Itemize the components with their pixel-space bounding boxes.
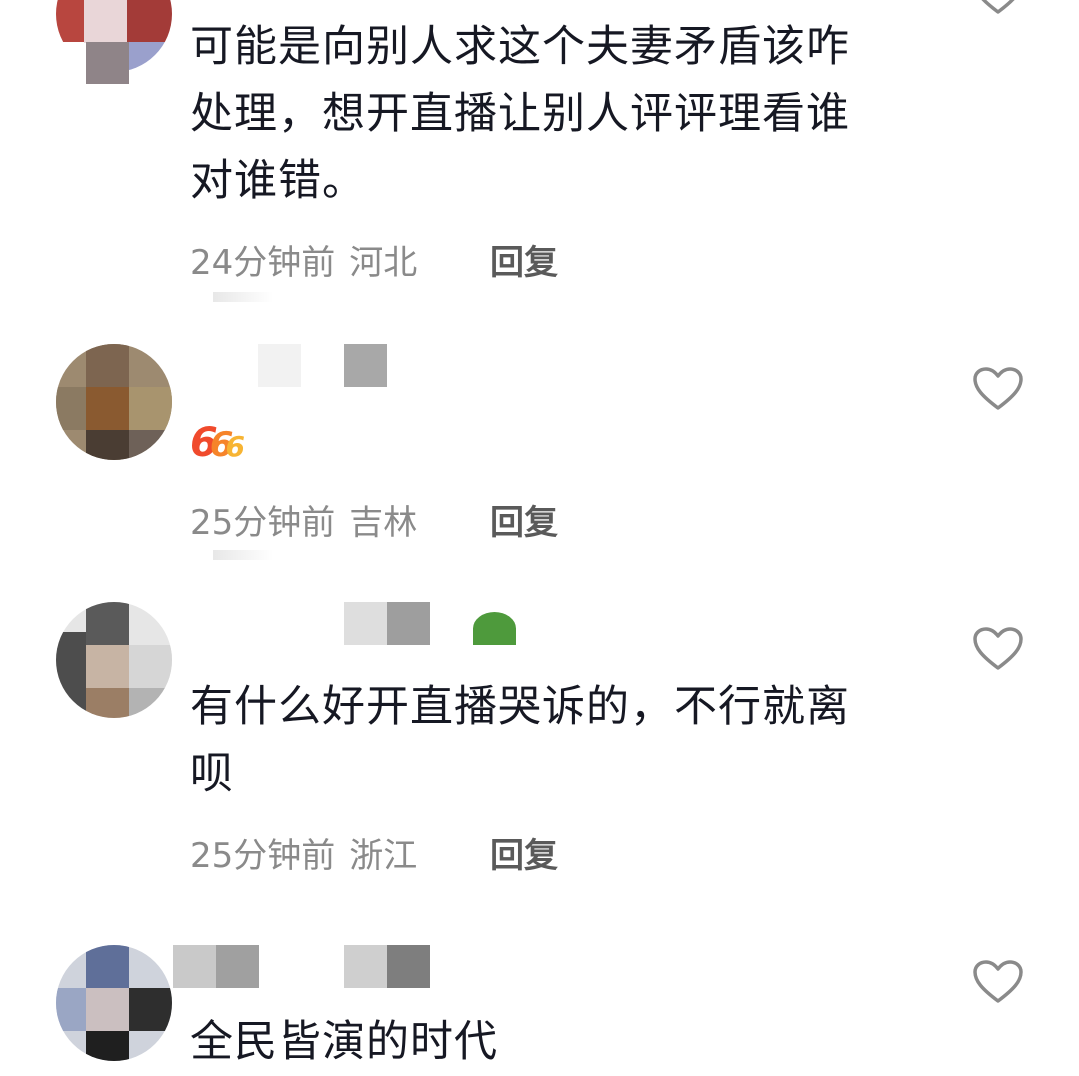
comment-location: 浙江 [349, 836, 418, 876]
comment-time: 25分钟前 [190, 836, 336, 876]
username[interactable] [173, 945, 533, 989]
avatar[interactable] [56, 602, 172, 732]
divider [213, 292, 273, 302]
avatar-image [56, 344, 172, 460]
reply-button[interactable]: 回复 [490, 836, 558, 876]
avatar[interactable] [56, 945, 172, 1075]
emoji-666-icon: 666 [190, 420, 245, 466]
like-button[interactable] [972, 626, 1024, 672]
username[interactable] [173, 602, 533, 646]
avatar[interactable] [56, 0, 172, 86]
heart-outline-icon [981, 0, 1015, 14]
heart-outline-icon [973, 627, 1023, 670]
comment-meta: 25分钟前 浙江 回复 [190, 836, 558, 876]
comment-meta: 24分钟前 河北 回复 [190, 243, 558, 283]
reply-button[interactable]: 回复 [490, 503, 558, 543]
heart-outline-icon [973, 960, 1023, 1003]
comment-text: 有什么好开直播哭诉的，不行就离 呗 [190, 682, 850, 799]
comment-text: 可能是向别人求这个夫妻矛盾该咋 处理，想开直播让别人评评理看谁 对谁错。 [190, 22, 850, 206]
avatar-image [56, 945, 172, 1061]
avatar-image [56, 602, 172, 718]
username[interactable] [173, 344, 533, 388]
avatar[interactable] [56, 344, 172, 474]
comment-time: 25分钟前 [190, 503, 336, 543]
like-button[interactable] [972, 366, 1024, 412]
like-button[interactable] [972, 959, 1024, 1005]
comment-location: 河北 [349, 243, 418, 283]
comment-meta: 25分钟前 吉林 回复 [190, 503, 558, 543]
comment-text: 全民皆演的时代 [190, 1017, 498, 1067]
divider [213, 550, 273, 560]
like-button[interactable] [972, 0, 1024, 16]
comment-time: 24分钟前 [190, 243, 336, 283]
reply-button[interactable]: 回复 [490, 243, 558, 283]
comment-location: 吉林 [349, 503, 418, 543]
heart-outline-icon [973, 367, 1023, 410]
